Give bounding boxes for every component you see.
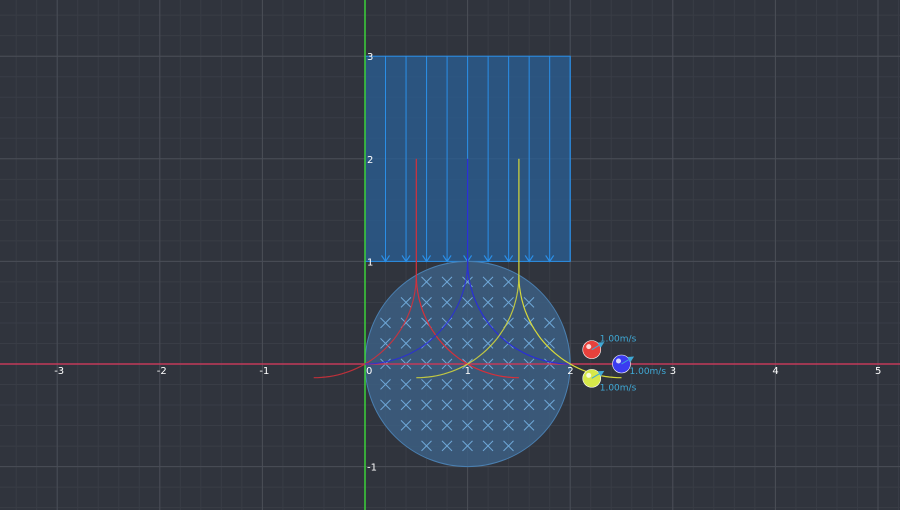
x-tick-label: 3 xyxy=(670,366,676,377)
particle-highlight xyxy=(616,358,621,364)
y-tick-label: -1 xyxy=(367,463,377,474)
x-tick-label: 1 xyxy=(465,366,471,377)
velocity-label: 1.00m/s xyxy=(600,335,637,345)
y-tick-label: 3 xyxy=(367,52,373,63)
x-tick-label: 2 xyxy=(567,366,573,377)
velocity-label: 1.00m/s xyxy=(600,383,637,393)
x-tick-label: -1 xyxy=(259,366,269,377)
velocity-label: 1.00m/s xyxy=(630,367,667,377)
x-tick-label: -3 xyxy=(54,366,64,377)
x-tick-label: 5 xyxy=(875,366,881,377)
x-tick-label: -2 xyxy=(157,366,167,377)
y-tick-label: 1 xyxy=(367,257,373,268)
simulation-canvas[interactable]: 1.00m/s 1.00m/s 1.00m/s -3 -2 -1 0 1 2 3 4 5 -1 1 2 3 xyxy=(0,0,900,510)
x-tick-label: 0 xyxy=(366,366,372,377)
particle-blue[interactable]: 1.00m/s xyxy=(612,354,667,377)
x-tick-label: 4 xyxy=(772,366,778,377)
particle-highlight xyxy=(586,344,592,350)
particle-highlight xyxy=(586,372,592,378)
y-tick-label: 2 xyxy=(367,155,373,166)
